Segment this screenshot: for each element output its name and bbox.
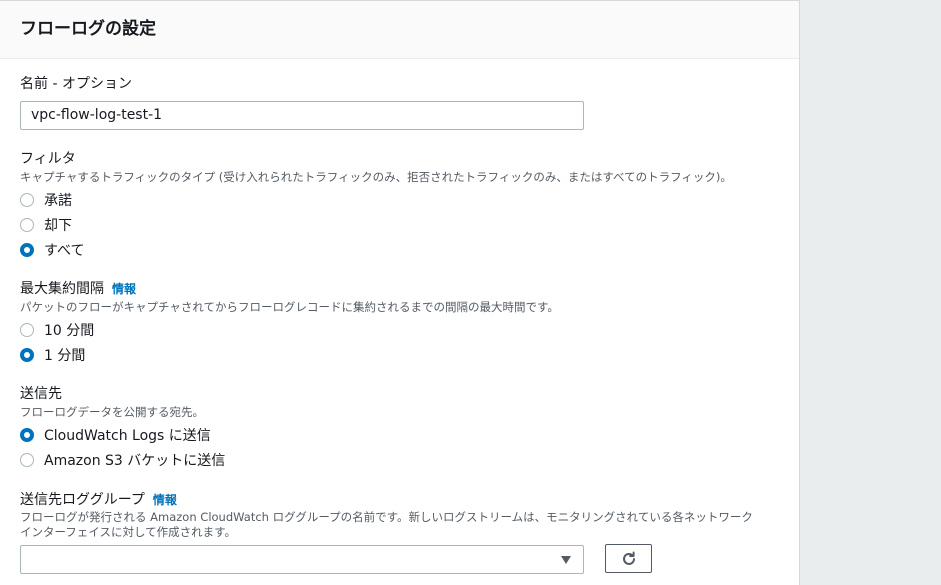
filter-option-label: 承諾 <box>44 193 72 209</box>
filter-option-reject[interactable]: 却下 <box>20 216 72 234</box>
refresh-icon <box>622 551 635 565</box>
aggregation-label-text: 最大集約間隔 <box>20 281 104 297</box>
radio-button[interactable] <box>20 218 34 232</box>
filter-description: キャプチャするトラフィックのタイプ (受け入れられたトラフィックのみ、拒否された… <box>20 170 732 184</box>
radio-button[interactable] <box>20 243 34 257</box>
radio-button[interactable] <box>20 323 34 337</box>
filter-option-accept[interactable]: 承諾 <box>20 191 72 209</box>
name-input[interactable]: vpc-flow-log-test-1 <box>20 101 584 130</box>
chevron-down-icon <box>561 556 571 564</box>
name-label: 名前 - オプション <box>20 76 132 92</box>
filter-option-label: 却下 <box>44 218 72 234</box>
destination-option-label: CloudWatch Logs に送信 <box>44 428 211 444</box>
aggregation-label: 最大集約間隔 情報 <box>20 280 136 298</box>
filter-option-all[interactable]: すべて <box>20 241 84 259</box>
log-group-select[interactable] <box>20 545 584 574</box>
log-group-description-line1: フローログが発行される Amazon CloudWatch ロググループの名前で… <box>20 510 753 524</box>
destination-description: フローログデータを公開する宛先。 <box>20 405 204 419</box>
aggregation-option-1min[interactable]: 1 分間 <box>20 346 85 364</box>
radio-button[interactable] <box>20 193 34 207</box>
log-group-label-text: 送信先ロググループ <box>20 492 145 508</box>
aggregation-option-label: 10 分間 <box>44 323 95 339</box>
radio-button[interactable] <box>20 453 34 467</box>
filter-label: フィルタ <box>20 151 76 167</box>
aggregation-info-link[interactable]: 情報 <box>112 282 136 296</box>
page: フローログの設定 名前 - オプション vpc-flow-log-test-1 … <box>0 0 941 585</box>
destination-option-s3[interactable]: Amazon S3 バケットに送信 <box>20 451 225 469</box>
log-group-description-line2: インターフェイスに対して作成されます。 <box>20 525 236 539</box>
radio-button[interactable] <box>20 428 34 442</box>
log-group-info-link[interactable]: 情報 <box>153 493 177 507</box>
flow-log-settings-panel: フローログの設定 名前 - オプション vpc-flow-log-test-1 … <box>0 0 800 585</box>
radio-button[interactable] <box>20 348 34 362</box>
aggregation-option-10min[interactable]: 10 分間 <box>20 321 94 339</box>
aggregation-option-label: 1 分間 <box>44 348 86 364</box>
aggregation-description: パケットのフローがキャプチャされてからフローログレコードに集約されるまでの間隔の… <box>20 300 559 314</box>
refresh-button[interactable] <box>605 544 652 573</box>
panel-header: フローログの設定 <box>0 1 799 59</box>
filter-option-label: すべて <box>44 243 85 259</box>
destination-option-label: Amazon S3 バケットに送信 <box>44 453 226 469</box>
destination-label: 送信先 <box>20 386 62 402</box>
panel-title: フローログの設定 <box>20 19 156 39</box>
destination-option-cloudwatch[interactable]: CloudWatch Logs に送信 <box>20 426 211 444</box>
log-group-label: 送信先ロググループ 情報 <box>20 491 177 509</box>
